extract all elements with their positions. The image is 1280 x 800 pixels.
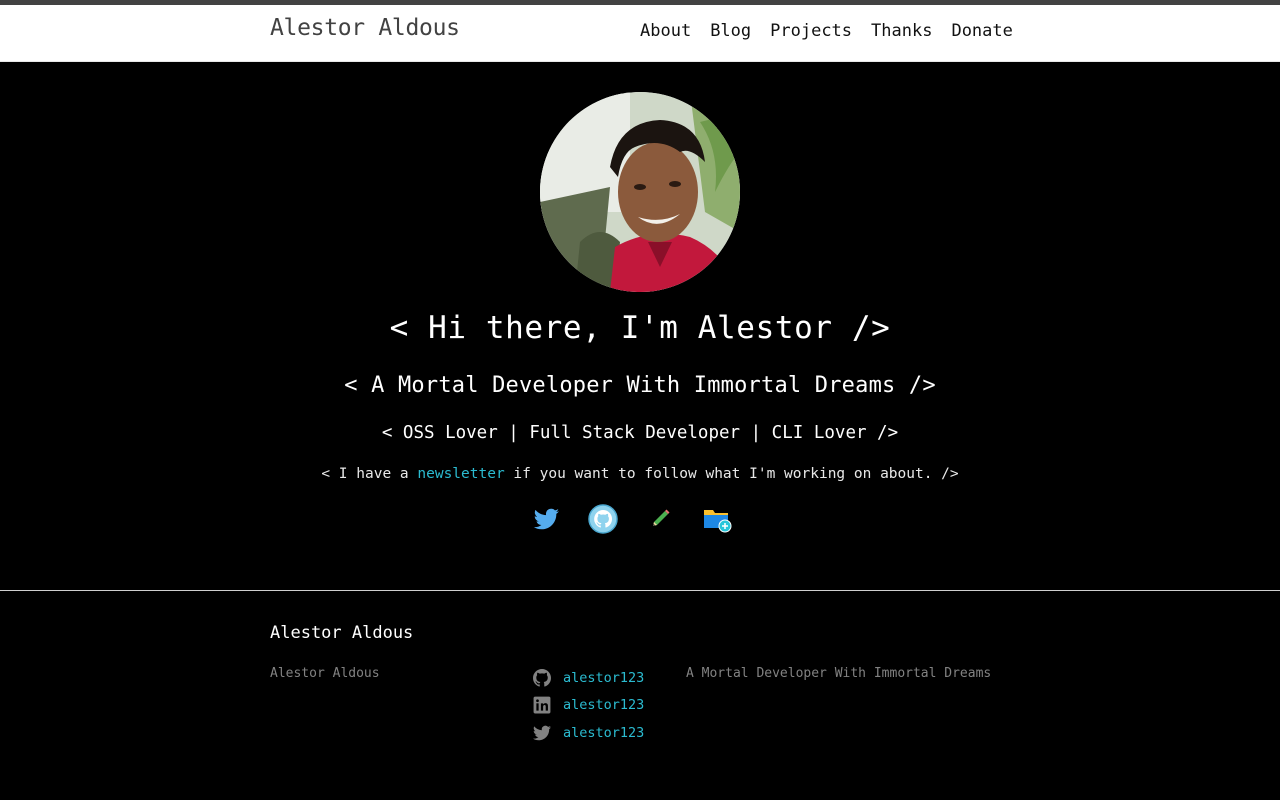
footer-social-links: alestor123 alestor123 alestor123 xyxy=(533,664,644,747)
site-title-link[interactable]: Alestor Aldous xyxy=(270,15,460,41)
profile-avatar xyxy=(540,92,740,292)
newsletter-suffix: if you want to follow what I'm working o… xyxy=(504,466,959,482)
nav-link-projects[interactable]: Projects xyxy=(770,21,852,41)
linkedin-icon xyxy=(533,696,551,714)
footer-description: A Mortal Developer With Immortal Dreams xyxy=(686,666,992,681)
hero-section: < Hi there, I'm Alestor /> < A Mortal De… xyxy=(0,62,1280,590)
newsletter-prefix: < I have a xyxy=(321,466,418,482)
footer-link-linkedin: alestor123 xyxy=(533,692,644,720)
site-footer: Alestor Aldous Alestor Aldous alestor123… xyxy=(0,591,1280,800)
social-icons-row xyxy=(530,503,750,535)
github-icon[interactable] xyxy=(587,503,619,535)
folder-icon[interactable] xyxy=(701,503,733,535)
footer-heading: Alestor Aldous xyxy=(270,623,414,643)
github-icon xyxy=(533,668,551,687)
footer-linkedin-link[interactable]: alestor123 xyxy=(563,697,644,713)
footer-github-link[interactable]: alestor123 xyxy=(563,670,644,686)
footer-link-twitter: alestor123 xyxy=(533,719,644,747)
newsletter-line: < I have a newsletter if you want to fol… xyxy=(0,466,1280,482)
hero-tagline: < A Mortal Developer With Immortal Dream… xyxy=(344,373,936,398)
twitter-icon[interactable] xyxy=(530,503,562,535)
site-header: Alestor Aldous About Blog Projects Thank… xyxy=(0,5,1280,62)
footer-twitter-link[interactable]: alestor123 xyxy=(563,725,644,741)
nav-link-thanks[interactable]: Thanks xyxy=(871,21,932,41)
footer-name: Alestor Aldous xyxy=(270,666,380,681)
newsletter-link[interactable]: newsletter xyxy=(417,466,504,482)
nav-link-blog[interactable]: Blog xyxy=(710,21,751,41)
nav-link-about[interactable]: About xyxy=(640,21,691,41)
footer-link-github: alestor123 xyxy=(533,664,644,692)
nav-link-donate[interactable]: Donate xyxy=(951,21,1012,41)
hero-roles: < OSS Lover | Full Stack Developer | CLI… xyxy=(381,423,899,443)
hero-headline: < Hi there, I'm Alestor /> xyxy=(389,310,891,346)
pencil-icon[interactable] xyxy=(644,503,676,535)
main-nav: About Blog Projects Thanks Donate xyxy=(640,21,1032,41)
twitter-icon xyxy=(533,725,551,741)
